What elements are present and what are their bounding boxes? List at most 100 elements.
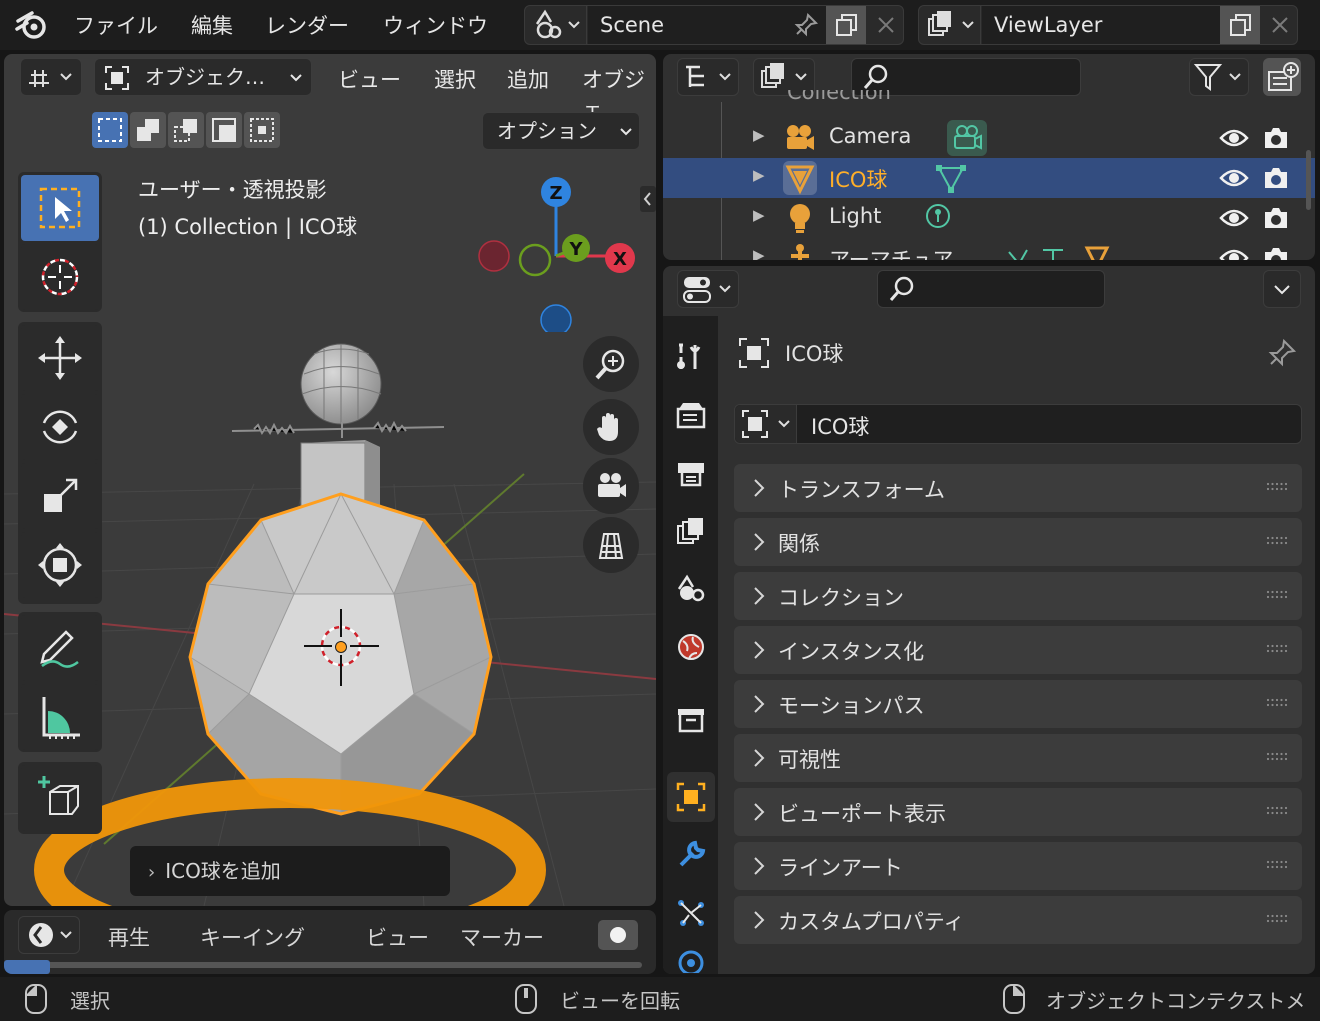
panel-1[interactable]: 関係	[734, 518, 1302, 566]
camera-view-button[interactable]	[583, 458, 639, 514]
eye-icon[interactable]	[1219, 246, 1249, 260]
delete-scene-button[interactable]	[866, 6, 906, 44]
drag-grip-icon[interactable]	[1266, 644, 1288, 654]
select-intersect-button[interactable]	[244, 112, 280, 148]
scale-tool[interactable]	[21, 463, 99, 529]
drag-grip-icon[interactable]	[1266, 752, 1288, 762]
rotate-tool[interactable]	[21, 394, 99, 460]
select-extend-button[interactable]	[130, 112, 166, 148]
drag-grip-icon[interactable]	[1266, 590, 1288, 600]
properties-options-button[interactable]	[1263, 270, 1301, 308]
options-dropdown[interactable]: オプション	[482, 112, 640, 150]
render-camera-icon[interactable]	[1261, 204, 1291, 232]
camera-data-icon[interactable]	[947, 120, 987, 156]
select-invert-button[interactable]	[206, 112, 242, 148]
timeline-menu-keying[interactable]: キーイング	[200, 922, 305, 952]
drag-grip-icon[interactable]	[1266, 482, 1288, 492]
timeline-scrubber[interactable]	[22, 962, 642, 968]
timeline-menu-marker[interactable]: マーカー	[460, 922, 544, 952]
drag-grip-icon[interactable]	[1266, 914, 1288, 924]
menu-window[interactable]: ウィンドウ	[383, 10, 488, 40]
panel-8[interactable]: カスタムプロパティ	[734, 896, 1302, 944]
transform-tool[interactable]	[21, 532, 99, 598]
tab-output[interactable]	[667, 448, 715, 498]
annotate-tool[interactable]	[21, 615, 99, 681]
blender-logo-icon[interactable]	[14, 7, 50, 43]
panel-2[interactable]: コレクション	[734, 572, 1302, 620]
gizmo-neg-y[interactable]	[518, 243, 552, 277]
view-layer-browse-button[interactable]	[919, 6, 981, 44]
timeline-menu-playback[interactable]: 再生	[108, 922, 150, 952]
timeline-menu-view[interactable]: ビュー	[366, 922, 429, 952]
scene-browse-button[interactable]	[525, 6, 587, 44]
outliner-editor[interactable]: Collection ▶ Camera ▶ ICO球 ▶ Light ▶ アーマ…	[663, 54, 1315, 260]
menu-view[interactable]: ビュー	[338, 64, 401, 94]
menu-add[interactable]: 追加	[507, 64, 549, 94]
sidebar-toggle-icon[interactable]	[640, 186, 656, 212]
render-camera-icon[interactable]	[1261, 164, 1291, 192]
drag-grip-icon[interactable]	[1266, 860, 1288, 870]
expand-arrow-icon[interactable]: ▶	[753, 166, 765, 184]
tab-object[interactable]	[667, 772, 715, 822]
timeline-editor[interactable]: 再生 キーイング ビュー マーカー	[4, 910, 656, 974]
outliner-item-ico-sphere[interactable]: ▶ ICO球	[663, 158, 1315, 198]
eye-icon[interactable]	[1219, 206, 1249, 230]
tab-particles[interactable]	[667, 888, 715, 938]
tab-physics[interactable]	[667, 940, 715, 974]
view-layer-name-field[interactable]: ViewLayer	[982, 6, 1220, 44]
navigation-gizmo[interactable]: Y Z X	[476, 172, 646, 332]
menu-file[interactable]: ファイル	[74, 10, 158, 40]
select-new-button[interactable]	[92, 112, 128, 148]
new-view-layer-button[interactable]	[1220, 6, 1260, 44]
outliner-editor-type-button[interactable]	[677, 58, 739, 96]
gizmo-neg-x[interactable]	[478, 240, 510, 272]
move-tool[interactable]	[21, 325, 99, 391]
timeline-editor-type-button[interactable]	[18, 916, 80, 954]
pin-scene-button[interactable]	[786, 6, 826, 44]
panel-3[interactable]: インスタンス化	[734, 626, 1302, 674]
panel-6[interactable]: ビューポート表示	[734, 788, 1302, 836]
measure-tool[interactable]	[21, 684, 99, 750]
add-cube-tool[interactable]	[21, 765, 99, 831]
panel-5[interactable]: 可視性	[734, 734, 1302, 782]
mesh-data-icon[interactable]	[935, 162, 967, 194]
zoom-button[interactable]	[583, 336, 639, 392]
tab-modifiers[interactable]	[667, 830, 715, 880]
tab-view-layer[interactable]	[667, 506, 715, 556]
panel-4[interactable]: モーションパス	[734, 680, 1302, 728]
gizmo-neg-z[interactable]	[540, 304, 572, 332]
auto-keying-button[interactable]	[598, 920, 638, 950]
outliner-collection-partial[interactable]: Collection	[787, 90, 891, 112]
tab-render[interactable]	[667, 390, 715, 440]
cursor-tool[interactable]	[21, 244, 99, 310]
3d-viewport[interactable]: オブジェク… ビュー 選択 追加 オブジェ オプション ユーザー・透視投影 (1…	[4, 54, 656, 906]
light-data-icon[interactable]	[923, 202, 953, 234]
outliner-filter-button[interactable]	[1189, 58, 1249, 96]
menu-select[interactable]: 選択	[434, 64, 476, 94]
menu-render[interactable]: レンダー	[265, 10, 349, 40]
expand-arrow-icon[interactable]: ▶	[753, 126, 765, 144]
expand-arrow-icon[interactable]: ▶	[753, 246, 765, 260]
tab-tool[interactable]	[667, 332, 715, 382]
outliner-item-armature[interactable]: ▶ アーマチュア	[663, 238, 1315, 260]
render-camera-icon[interactable]	[1261, 244, 1291, 260]
eye-icon[interactable]	[1219, 126, 1249, 150]
current-frame-indicator[interactable]	[4, 960, 50, 974]
outliner-item-light[interactable]: ▶ Light	[663, 198, 1315, 238]
drag-grip-icon[interactable]	[1266, 536, 1288, 546]
outliner-item-camera[interactable]: ▶ Camera	[663, 118, 1315, 158]
ortho-toggle-button[interactable]	[583, 517, 639, 573]
panel-7[interactable]: ラインアート	[734, 842, 1302, 890]
new-collection-button[interactable]	[1263, 58, 1301, 96]
select-box-tool[interactable]	[21, 175, 99, 241]
last-operation-panel[interactable]: › ICO球を追加	[130, 846, 450, 896]
panel-0[interactable]: トランスフォーム	[734, 464, 1302, 512]
pin-icon[interactable]	[1267, 338, 1297, 368]
editor-type-button[interactable]	[20, 58, 82, 96]
eye-icon[interactable]	[1219, 166, 1249, 190]
tab-world[interactable]	[667, 622, 715, 672]
mode-selector[interactable]: オブジェク…	[94, 58, 312, 96]
drag-grip-icon[interactable]	[1266, 806, 1288, 816]
expand-arrow-icon[interactable]: ▶	[753, 206, 765, 224]
object-name-input[interactable]: ICO球	[811, 411, 869, 441]
